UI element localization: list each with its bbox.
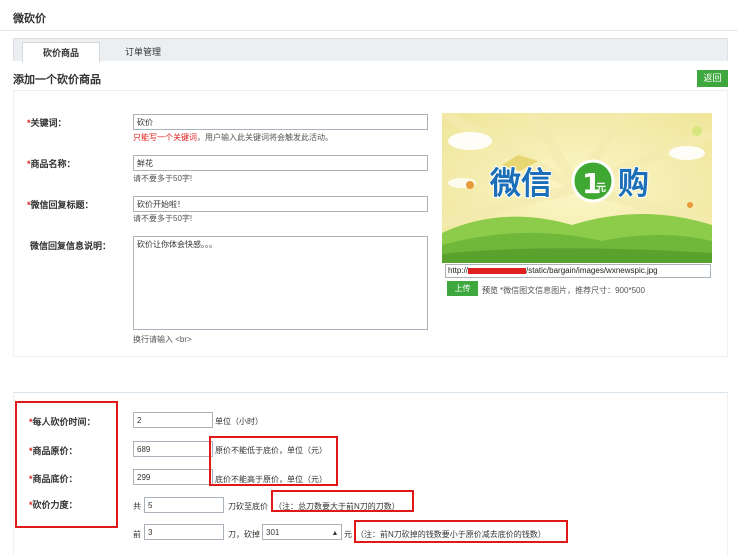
front-cuts-input[interactable] (144, 524, 224, 540)
page-title: 微砍价 (13, 13, 46, 25)
bargain-time-unit: 单位（小时） (215, 417, 263, 426)
total-prefix: 共 (133, 502, 141, 511)
annotation-box-price-notes (209, 436, 338, 486)
product-name-label: *商品名称： (27, 159, 76, 169)
cover-image-preview: 微信 1 元 购 (442, 113, 712, 263)
reply-title-input[interactable] (133, 196, 428, 212)
reply-desc-label: 微信回复信息说明： (30, 241, 112, 251)
floor-price-input[interactable] (133, 469, 213, 485)
preview-link[interactable]: 预览 (482, 285, 498, 296)
banner-unit: 元 (596, 182, 606, 194)
reply-title-hint: 请不要多于50字! (133, 214, 193, 223)
image-size-note: *微信图文信息图片，推荐尺寸：900*500 (500, 286, 645, 295)
banner-illustration: 微信 1 元 购 (442, 113, 712, 263)
reply-desc-textarea[interactable]: 砍价让你体会快感。。。 (133, 236, 428, 330)
title-divider (0, 30, 738, 31)
product-name-hint: 请不要多于50字! (133, 174, 193, 183)
keyword-hint: 只能写一个关键词，用户输入此关键词将会触发此活动。 (133, 133, 333, 142)
front-mid: 刀，砍掉 (228, 530, 260, 539)
keyword-label: *关键词： (27, 118, 67, 128)
spinner-arrows-icon[interactable]: ▲ (329, 527, 341, 541)
reply-desc-hint: 换行请输入 <br> (133, 335, 192, 344)
reply-title-label: *微信回复标题： (27, 200, 94, 210)
bargain-time-input[interactable] (133, 412, 213, 428)
banner-text-left: 微信 (489, 166, 552, 202)
original-price-input[interactable] (133, 441, 213, 457)
tab-order-management[interactable]: 订单管理 (108, 42, 178, 63)
back-button[interactable]: 返回 (697, 70, 728, 87)
tab-bargain-products[interactable]: 砍价商品 (22, 42, 100, 63)
redacted-host (468, 267, 527, 274)
front-prefix: 前 (133, 530, 141, 539)
annotation-box-total-note (271, 490, 414, 512)
section-title: 添加一个砍价商品 (13, 74, 101, 86)
total-suffix: 刀砍至底价 (228, 502, 268, 511)
annotation-box-labels (15, 401, 118, 528)
product-name-input[interactable] (133, 155, 428, 171)
tab-bar: 砍价商品 订单管理 (13, 38, 728, 63)
image-url-field[interactable]: http:///static/bargain/images/wxnewspic.… (445, 264, 711, 278)
total-cuts-input[interactable] (144, 497, 224, 513)
banner-text-right: 购 (618, 166, 649, 202)
annotation-box-front-note (354, 520, 568, 543)
keyword-input[interactable] (133, 114, 428, 130)
upload-button[interactable]: 上传 (447, 281, 478, 296)
front-unit: 元 (344, 530, 352, 539)
panel-gap (13, 357, 728, 392)
